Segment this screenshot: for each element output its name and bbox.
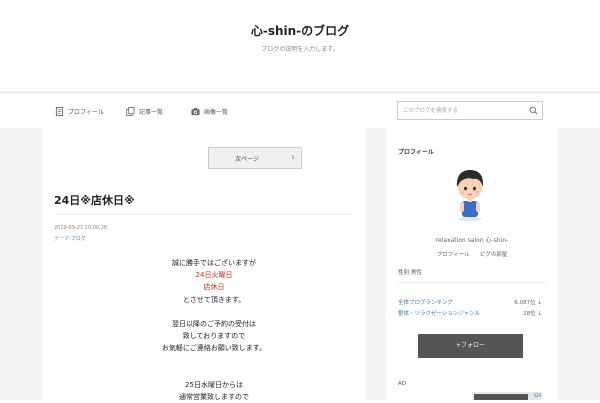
body-line: とさせて頂きます。 (182, 295, 246, 304)
avatar[interactable] (448, 165, 492, 221)
content-area: 次ページ › 24日※店休日※ 2019-09-23 10:00:28 テーマ:… (0, 128, 600, 403)
body-line: 25日水曜日からは (185, 380, 243, 389)
nav-item-images[interactable]: 画像一覧 (191, 105, 228, 117)
search-box (397, 101, 543, 120)
ranking-label[interactable]: 全体ブログランキング (398, 300, 453, 306)
ranking-value: 28位 ↓ (523, 311, 542, 317)
nav-item-profile[interactable]: プロフィール (55, 105, 104, 117)
next-page-label: 次ページ (235, 156, 259, 163)
next-page-button[interactable]: 次ページ › (208, 147, 302, 169)
blog-header: 心-shin-のブログ ブログの説明を入力します。 (0, 0, 600, 92)
chevron-right-icon: › (291, 152, 295, 163)
articles-icon (126, 106, 135, 116)
nav-item-label: 記事一覧 (139, 108, 164, 116)
ad-label: AD (398, 381, 406, 387)
article-theme: テーマ:ブログ (54, 235, 86, 242)
article-column: 次ページ › 24日※店休日※ 2019-09-23 10:00:28 テーマ:… (42, 128, 366, 403)
body-line: 翌日以降のご予約の受付は (172, 319, 256, 328)
divider (398, 282, 546, 283)
camera-icon (191, 107, 200, 115)
pigg-room-link[interactable]: ピグの部屋 (480, 252, 508, 258)
nav-bar: プロフィール 記事一覧 画像一覧 (0, 92, 600, 129)
ranking-row-genre: 整体・リラクゼーションジャンル 28位 ↓ (398, 309, 542, 317)
ad-image (474, 394, 528, 400)
blog-description: ブログの説明を入力します。 (261, 46, 339, 53)
body-line (94, 367, 334, 379)
ranking-label[interactable]: 整体・リラクゼーションジャンル (398, 311, 480, 317)
search-input[interactable] (398, 102, 522, 119)
divider (54, 214, 352, 215)
profile-gender: 性別:男性 (398, 270, 422, 276)
body-line: 店休日 (203, 283, 225, 292)
profile-icon (55, 106, 64, 116)
theme-label: テーマ: (54, 236, 71, 242)
follow-button[interactable]: +フォロー (418, 334, 523, 358)
body-line: 通常営業致しますので (179, 393, 249, 402)
nav-item-articles[interactable]: 記事一覧 (126, 105, 163, 117)
body-line (94, 306, 334, 318)
blog-title[interactable]: 心-shin-のブログ (0, 22, 600, 39)
search-icon[interactable] (529, 106, 538, 115)
article-date: 2019-09-23 10:00:28 (54, 225, 108, 231)
body-line: 誠に勝手ではございますが (172, 259, 256, 267)
profile-name[interactable]: relaxation salon 心-shin- (386, 235, 558, 244)
sidebar: プロフィール relaxation salon 心-shin- プロフィールピグ… (386, 128, 558, 400)
nav-item-label: プロフィール (68, 108, 104, 116)
profile-link[interactable]: プロフィール (437, 252, 470, 258)
nav-item-label: 画像一覧 (204, 108, 229, 116)
ad-tag: iDX (534, 393, 541, 398)
body-line: 24日火曜日 (195, 271, 233, 280)
article-title[interactable]: 24日※店休日※ (54, 192, 135, 208)
profile-links: プロフィール ピグの部屋 (386, 250, 558, 258)
article-body: 誠に勝手ではございますが 24日火曜日 店休日 とさせて頂きます。 翌日以降のご… (94, 257, 334, 403)
body-line: 致しておりますので (182, 332, 246, 341)
profile-heading: プロフィール (398, 149, 434, 156)
ranking-value: 6,087位 ↓ (514, 300, 542, 306)
ad-banner[interactable]: iDX (472, 392, 542, 400)
ranking-row-overall: 全体ブログランキング 6,087位 ↓ (398, 298, 542, 306)
body-line (94, 355, 334, 367)
theme-link[interactable]: ブログ (71, 236, 86, 242)
body-line: お気軽にご連絡お願い致します。 (161, 344, 267, 353)
